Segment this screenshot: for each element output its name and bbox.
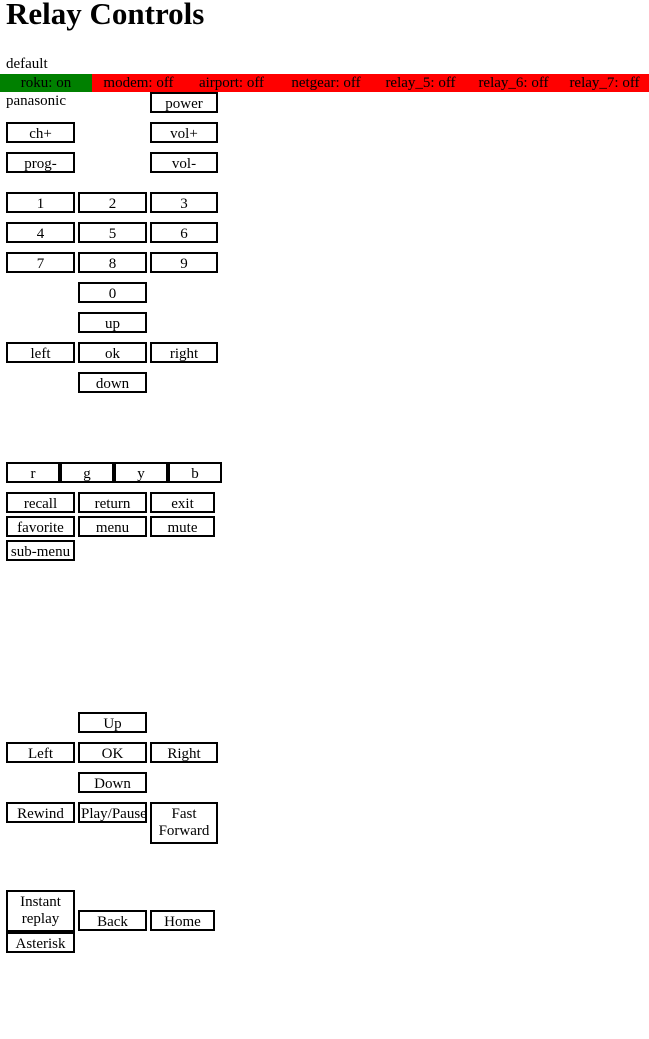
relay-status-netgear[interactable]: netgear: off	[278, 74, 374, 92]
relay-status-relay-7[interactable]: relay_7: off	[560, 74, 649, 92]
panasonic-vol-down-button[interactable]: vol-	[150, 152, 218, 173]
roku-rewind-button[interactable]: Rewind	[6, 802, 75, 823]
panasonic-digit-3-button[interactable]: 3	[150, 192, 218, 213]
relay-status-airport[interactable]: airport: off	[185, 74, 278, 92]
panasonic-digit-6-button[interactable]: 6	[150, 222, 218, 243]
roku-instant-replay-button[interactable]: Instant replay	[6, 890, 75, 932]
panasonic-up-button[interactable]: up	[78, 312, 147, 333]
roku-play-pause-button[interactable]: Play/Pause	[78, 802, 147, 823]
roku-recall-button[interactable]: recall	[6, 492, 75, 513]
panasonic-digit-8-button[interactable]: 8	[78, 252, 147, 273]
roku-return-button[interactable]: return	[78, 492, 147, 513]
relay-status-modem[interactable]: modem: off	[92, 74, 185, 92]
roku-ok-button[interactable]: OK	[78, 742, 147, 763]
roku-fast-forward-button[interactable]: Fast Forward	[150, 802, 218, 844]
panasonic-digit-2-button[interactable]: 2	[78, 192, 147, 213]
roku-down-button[interactable]: Down	[78, 772, 147, 793]
roku-favorite-button[interactable]: favorite	[6, 516, 75, 537]
roku-right-button[interactable]: Right	[150, 742, 218, 763]
roku-home-button[interactable]: Home	[150, 910, 215, 931]
panasonic-digit-1-button[interactable]: 1	[6, 192, 75, 213]
panasonic-prog-down-button[interactable]: prog-	[6, 152, 75, 173]
panasonic-right-button[interactable]: right	[150, 342, 218, 363]
panasonic-green-button[interactable]: g	[60, 462, 114, 483]
panasonic-left-button[interactable]: left	[6, 342, 75, 363]
roku-sub-menu-button[interactable]: sub-menu	[6, 540, 75, 561]
roku-exit-button[interactable]: exit	[150, 492, 215, 513]
panasonic-ch-up-button[interactable]: ch+	[6, 122, 75, 143]
roku-up-button[interactable]: Up	[78, 712, 147, 733]
panasonic-digit-5-button[interactable]: 5	[78, 222, 147, 243]
panasonic-digit-4-button[interactable]: 4	[6, 222, 75, 243]
panasonic-yellow-button[interactable]: y	[114, 462, 168, 483]
roku-asterisk-button[interactable]: Asterisk	[6, 932, 75, 953]
roku-menu-button[interactable]: menu	[78, 516, 147, 537]
relay-status-relay-6[interactable]: relay_6: off	[467, 74, 560, 92]
relay-status-relay-5[interactable]: relay_5: off	[374, 74, 467, 92]
panasonic-blue-button[interactable]: b	[168, 462, 222, 483]
panasonic-down-button[interactable]: down	[78, 372, 147, 393]
remote-label-panasonic: panasonic	[6, 93, 66, 109]
panasonic-digit-9-button[interactable]: 9	[150, 252, 218, 273]
page-title: Relay Controls	[6, 0, 205, 31]
panasonic-red-button[interactable]: r	[6, 462, 60, 483]
panasonic-vol-up-button[interactable]: vol+	[150, 122, 218, 143]
roku-left-button[interactable]: Left	[6, 742, 75, 763]
roku-back-button[interactable]: Back	[78, 910, 147, 931]
roku-mute-button[interactable]: mute	[150, 516, 215, 537]
panasonic-digit-7-button[interactable]: 7	[6, 252, 75, 273]
relay-status-bar: roku: on modem: off airport: off netgear…	[0, 74, 649, 92]
panasonic-power-button[interactable]: power	[150, 92, 218, 113]
relay-group-label-default: default	[6, 56, 48, 72]
panasonic-digit-0-button[interactable]: 0	[78, 282, 147, 303]
panasonic-ok-button[interactable]: ok	[78, 342, 147, 363]
relay-status-roku[interactable]: roku: on	[0, 74, 92, 92]
